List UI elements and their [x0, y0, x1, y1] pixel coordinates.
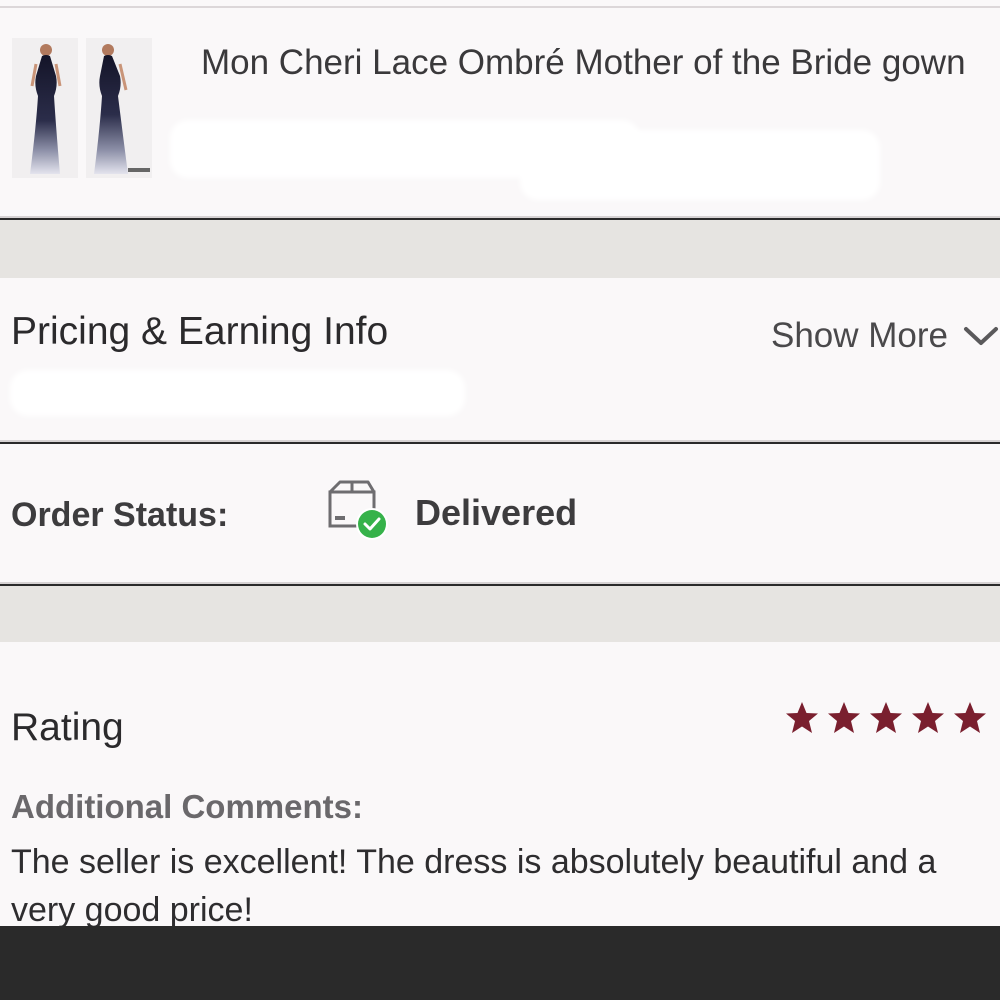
rating-section: Rating Additional Comments: The seller i…: [0, 642, 1000, 929]
star-icon: [870, 702, 902, 733]
bottom-bar: [0, 926, 1000, 1000]
package-delivered-icon: [328, 480, 388, 540]
show-more-button[interactable]: Show More: [771, 316, 1000, 356]
comments-label: Additional Comments:: [11, 788, 363, 825]
order-status-value: Delivered: [415, 492, 578, 533]
star-rating: [784, 700, 988, 736]
order-status-section: Order Status: Delivered: [0, 444, 1000, 584]
star-icon: [912, 702, 944, 733]
product-title[interactable]: Mon Cheri Lace Ombré Mother of the Bride…: [201, 40, 971, 85]
product-summary[interactable]: Mon Cheri Lace Ombré Mother of the Bride…: [0, 0, 1000, 218]
rating-title: Rating: [11, 706, 124, 749]
star-icon: [828, 702, 860, 733]
chevron-down-icon: [964, 327, 998, 345]
product-thumbnail[interactable]: [12, 38, 78, 178]
divider: [0, 6, 1000, 8]
pricing-section: Pricing & Earning Info Show More: [0, 278, 1000, 442]
redacted-area: [520, 130, 880, 200]
star-icon: [954, 702, 986, 733]
pricing-title: Pricing & Earning Info: [11, 310, 389, 353]
dress-image: [94, 44, 150, 174]
product-thumbnail[interactable]: [86, 38, 152, 178]
section-gap: [0, 586, 1000, 642]
section-gap: [0, 220, 1000, 278]
comment-text: The seller is excellent! The dress is ab…: [11, 843, 937, 929]
dress-image: [30, 44, 62, 174]
star-icon: [786, 702, 818, 733]
product-thumbnails[interactable]: [12, 38, 152, 178]
order-status-label: Order Status:: [11, 496, 229, 534]
show-more-label: Show More: [770, 316, 948, 355]
screen: Mon Cheri Lace Ombré Mother of the Bride…: [0, 0, 1000, 1000]
redacted-area: [10, 370, 465, 416]
